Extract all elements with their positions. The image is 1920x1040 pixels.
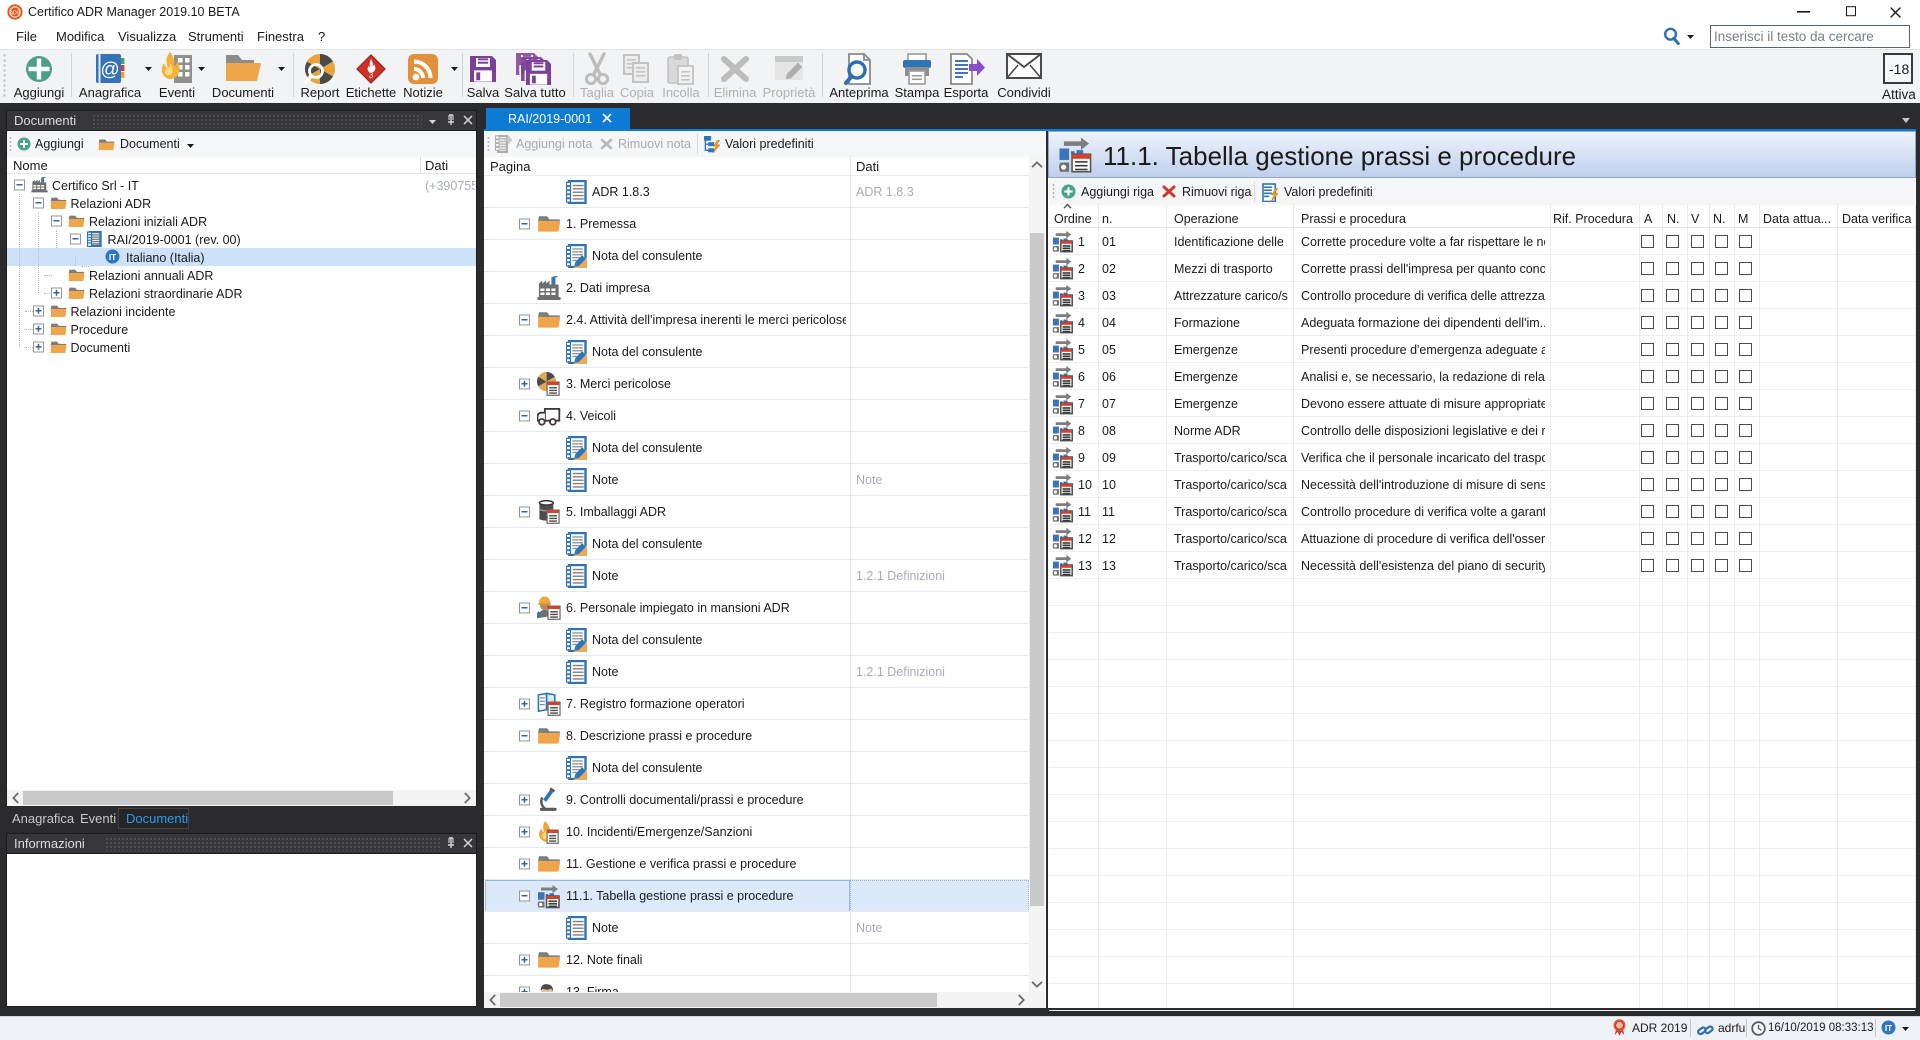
svg-text:IT: IT bbox=[1885, 1024, 1892, 1033]
svg-text:3: 3 bbox=[369, 71, 374, 80]
svg-text:@: @ bbox=[100, 60, 119, 81]
svg-text:ADR: ADR bbox=[10, 10, 21, 16]
svg-text:IT: IT bbox=[109, 253, 116, 262]
